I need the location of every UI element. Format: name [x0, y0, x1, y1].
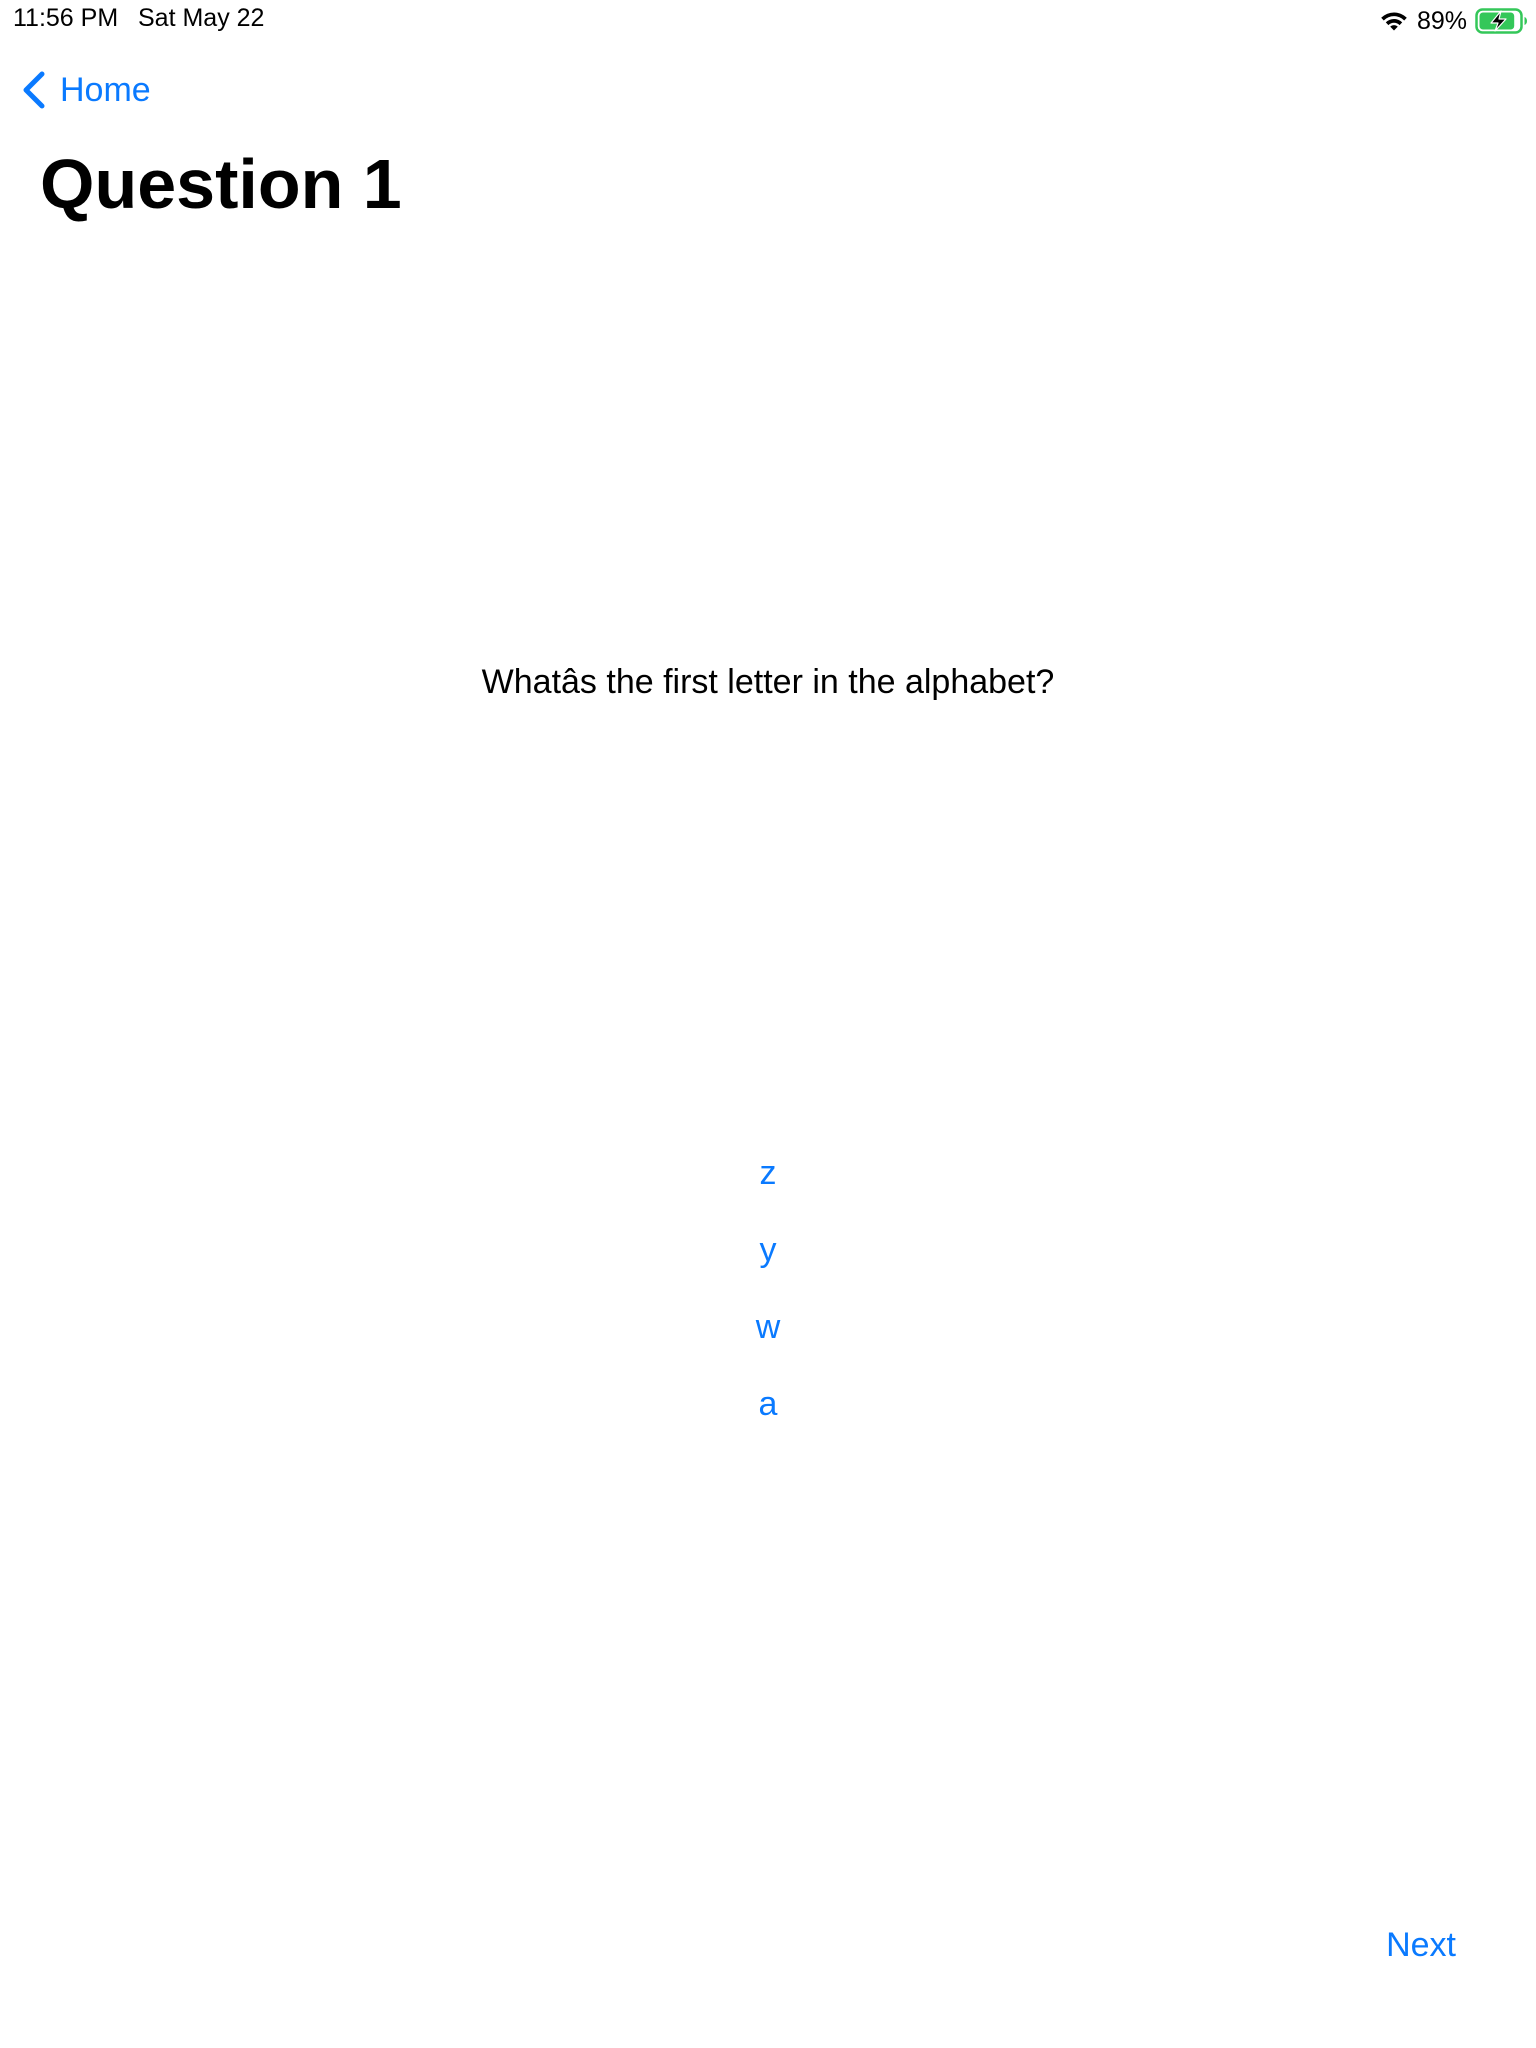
chevron-left-icon — [23, 71, 45, 109]
answer-list: z y w a — [0, 1135, 1536, 1443]
status-indicators: 89% — [1379, 4, 1528, 38]
page-title: Question 1 — [40, 145, 402, 223]
answer-option-a[interactable]: a — [728, 1366, 808, 1443]
back-label: Home — [60, 70, 151, 109]
answer-option-w[interactable]: w — [728, 1289, 808, 1366]
next-button[interactable]: Next — [1386, 1920, 1456, 1971]
battery-percent: 89% — [1416, 6, 1467, 35]
answer-option-y[interactable]: y — [728, 1212, 808, 1289]
answer-option-z[interactable]: z — [728, 1135, 808, 1212]
question-text: Whatâs the first letter in the alphabet? — [481, 663, 1055, 701]
back-button[interactable]: Home — [20, 66, 151, 114]
status-bar: 11:56 PM Sat May 22 89% — [0, 0, 1536, 42]
status-date: Sat May 22 — [138, 4, 265, 32]
battery-charging-icon — [1475, 8, 1527, 34]
status-time: 11:56 PM — [13, 4, 119, 32]
wifi-icon — [1381, 12, 1407, 31]
